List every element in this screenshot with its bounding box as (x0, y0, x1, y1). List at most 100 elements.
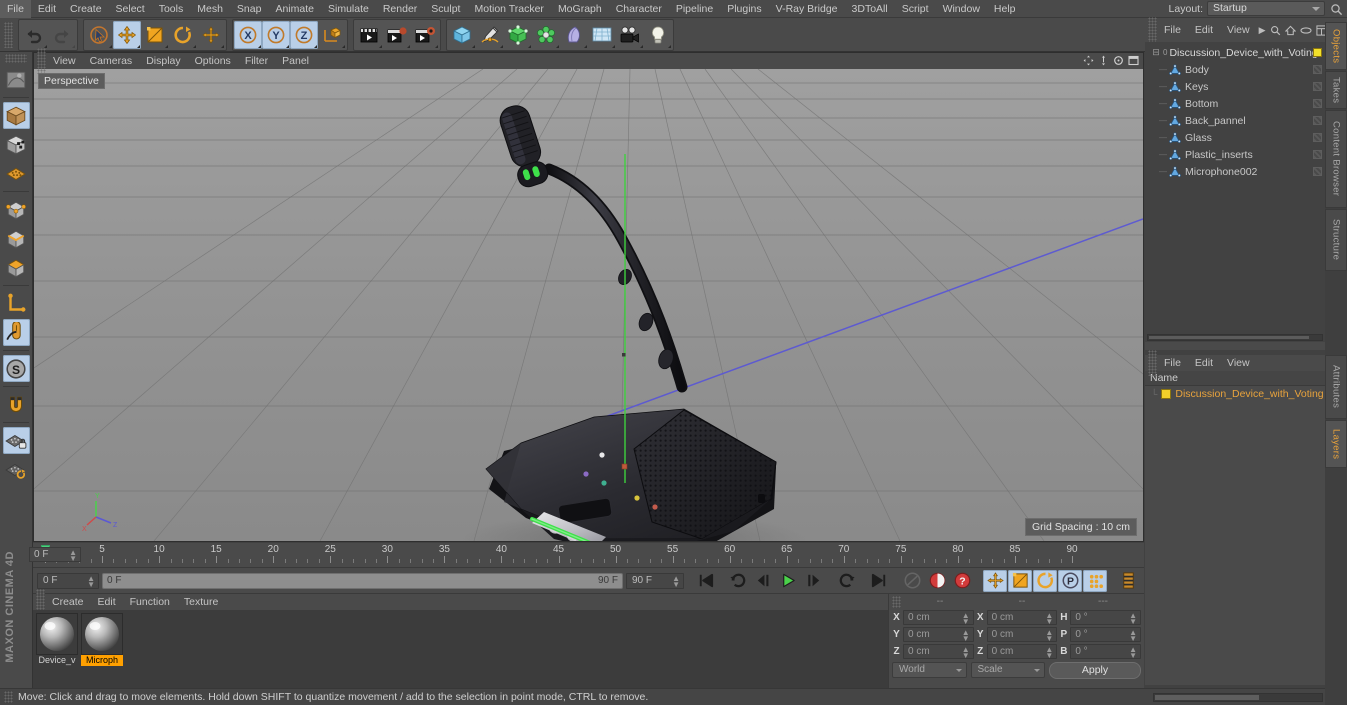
transform-tool-button[interactable] (197, 21, 225, 49)
vertical-tab-layers[interactable]: Layers (1325, 420, 1347, 468)
ellipse-icon[interactable] (1299, 26, 1312, 35)
menu-item-animate[interactable]: Animate (268, 0, 321, 18)
coord-field-rotation-h[interactable]: 0 ° ▲ ▼ (1070, 610, 1142, 626)
layer-list[interactable]: └ Discussion_Device_with_Voting (1145, 386, 1325, 402)
object-row[interactable]: — Bottom (1145, 95, 1325, 112)
timeline-ruler-panel[interactable]: 051015202530354045505560657075808590 0 F… (29, 543, 1144, 568)
stepper-icon[interactable]: ▲ ▼ (962, 629, 970, 643)
rotate-tool-button[interactable] (169, 21, 197, 49)
stepper-icon[interactable]: ▲ ▼ (69, 549, 77, 563)
object-tag-slot[interactable] (1313, 116, 1322, 125)
layout-dropdown[interactable]: Startup (1207, 1, 1325, 16)
viewport-menu-view[interactable]: View (46, 53, 83, 69)
keyframe-layout-button[interactable] (1116, 570, 1140, 592)
coordinate-mode-dropdown[interactable]: Scale (970, 662, 1045, 678)
menu-item-file[interactable]: File (0, 0, 31, 18)
vertical-tab-content-browser[interactable]: Content Browser (1325, 110, 1347, 208)
coord-field-position-y[interactable]: 0 cm ▲ ▼ (903, 627, 974, 643)
viewport-menu-panel[interactable]: Panel (275, 53, 316, 69)
object-row[interactable]: — Keys (1145, 78, 1325, 95)
object-row[interactable]: — Body (1145, 61, 1325, 78)
object-axis-button[interactable] (3, 290, 30, 317)
polygons-mode-button[interactable] (3, 254, 30, 281)
object-tree[interactable]: ⊟ 0 Discussion_Device_with_Voting — Body —… (1145, 42, 1325, 342)
coord-field-position-z[interactable]: 0 cm ▲ ▼ (903, 644, 974, 660)
edges-mode-button[interactable] (3, 225, 30, 252)
add-spline-button[interactable] (476, 21, 504, 49)
texture-axis-button[interactable] (3, 66, 30, 93)
viewport-menu-cameras[interactable]: Cameras (83, 53, 140, 69)
add-camera-button[interactable] (616, 21, 644, 49)
viewport-menu-filter[interactable]: Filter (238, 53, 275, 69)
material-menu-edit[interactable]: Edit (91, 594, 123, 610)
menu-item-help[interactable]: Help (987, 0, 1023, 18)
menu-item-edit[interactable]: Edit (31, 0, 63, 18)
add-cube-button[interactable] (448, 21, 476, 49)
workplane-lock-button[interactable] (2, 427, 30, 454)
toolbar-grip[interactable] (4, 21, 13, 48)
object-horizontal-scrollbar[interactable] (1147, 334, 1323, 341)
add-mograph-button[interactable] (532, 21, 560, 49)
frame-range-bar[interactable]: 0 F 90 F (102, 572, 623, 589)
add-environment-button[interactable] (588, 21, 616, 49)
coord-field-rotation-p[interactable]: 0 ° ▲ ▼ (1070, 627, 1142, 643)
stepper-icon[interactable]: ▲ ▼ (1045, 629, 1053, 643)
keyframe-selection-button[interactable]: ? (950, 570, 974, 592)
object-tag-slot[interactable] (1313, 99, 1322, 108)
model-mode-button[interactable] (2, 102, 30, 129)
stepper-icon[interactable]: ▲ ▼ (1045, 646, 1053, 660)
render-region-button[interactable] (383, 21, 411, 49)
status-grip[interactable] (4, 691, 13, 703)
timeline-end-field[interactable]: 0 F ▲ ▼ (29, 547, 81, 563)
object-tag-slot[interactable] (1313, 65, 1322, 74)
layer-menu-view[interactable]: View (1220, 355, 1257, 371)
rotation-key-button[interactable] (1033, 569, 1057, 592)
vertical-tab-objects[interactable]: Objects (1325, 22, 1347, 70)
stepper-icon[interactable]: ▲ ▼ (672, 574, 680, 588)
pla-key-button[interactable] (1083, 569, 1107, 592)
goto-end-button[interactable] (867, 570, 891, 592)
live-selection-button[interactable] (85, 21, 113, 49)
workplane-align-button[interactable] (3, 456, 30, 483)
layer-row[interactable]: └ Discussion_Device_with_Voting (1145, 386, 1325, 402)
coordinate-system-dropdown[interactable]: World (892, 662, 967, 678)
menu-item-simulate[interactable]: Simulate (321, 0, 376, 18)
lock-y-axis-button[interactable]: Y (262, 20, 290, 49)
vertical-tab-structure[interactable]: Structure (1325, 209, 1347, 271)
coord-field-position-x[interactable]: 0 cm ▲ ▼ (903, 610, 974, 626)
menu-item-select[interactable]: Select (109, 0, 152, 18)
autokeying-button[interactable] (925, 570, 949, 592)
render-view-button[interactable] (355, 21, 383, 49)
menu-item-3dtoall[interactable]: 3DToAll (845, 0, 895, 18)
menu-item-snap[interactable]: Snap (230, 0, 269, 18)
object-menu-file[interactable]: File (1157, 22, 1188, 38)
stepper-icon[interactable]: ▲ ▼ (1129, 646, 1137, 660)
material-menu-function[interactable]: Function (123, 594, 177, 610)
current-frame-field[interactable]: 0 F ▲ ▼ (37, 572, 99, 589)
menu-item-window[interactable]: Window (936, 0, 987, 18)
maximize-icon[interactable] (1128, 55, 1139, 66)
move-tool-button[interactable] (113, 20, 141, 49)
menu-item-pipeline[interactable]: Pipeline (669, 0, 720, 18)
object-row-root[interactable]: ⊟ 0 Discussion_Device_with_Voting (1145, 44, 1325, 61)
pan-icon[interactable] (1083, 55, 1094, 66)
viewport-grip[interactable] (37, 48, 46, 74)
layer-grip[interactable] (1148, 350, 1157, 376)
menu-item-mograph[interactable]: MoGraph (551, 0, 609, 18)
material-item[interactable]: Microph (81, 613, 123, 685)
stepper-icon[interactable]: ▲ ▼ (962, 646, 970, 660)
search-icon[interactable] (1330, 3, 1343, 16)
parameter-key-button[interactable]: P (1058, 569, 1082, 592)
record-active-objects-button[interactable] (900, 570, 924, 592)
next-frame-button[interactable] (801, 570, 825, 592)
previous-key-button[interactable] (726, 570, 750, 592)
timeline-ruler[interactable]: 051015202530354045505560657075808590 (41, 543, 1082, 568)
magnet-button[interactable] (3, 391, 30, 418)
points-mode-button[interactable] (3, 196, 30, 223)
undo-button[interactable] (20, 21, 48, 49)
stepper-icon[interactable]: ▲ ▼ (87, 574, 95, 588)
status-scrollbar[interactable] (1153, 693, 1323, 702)
coord-field-rotation-b[interactable]: 0 ° ▲ ▼ (1070, 644, 1142, 660)
viewport-solo-button[interactable] (2, 319, 30, 346)
zoom-icon[interactable] (1098, 55, 1109, 66)
